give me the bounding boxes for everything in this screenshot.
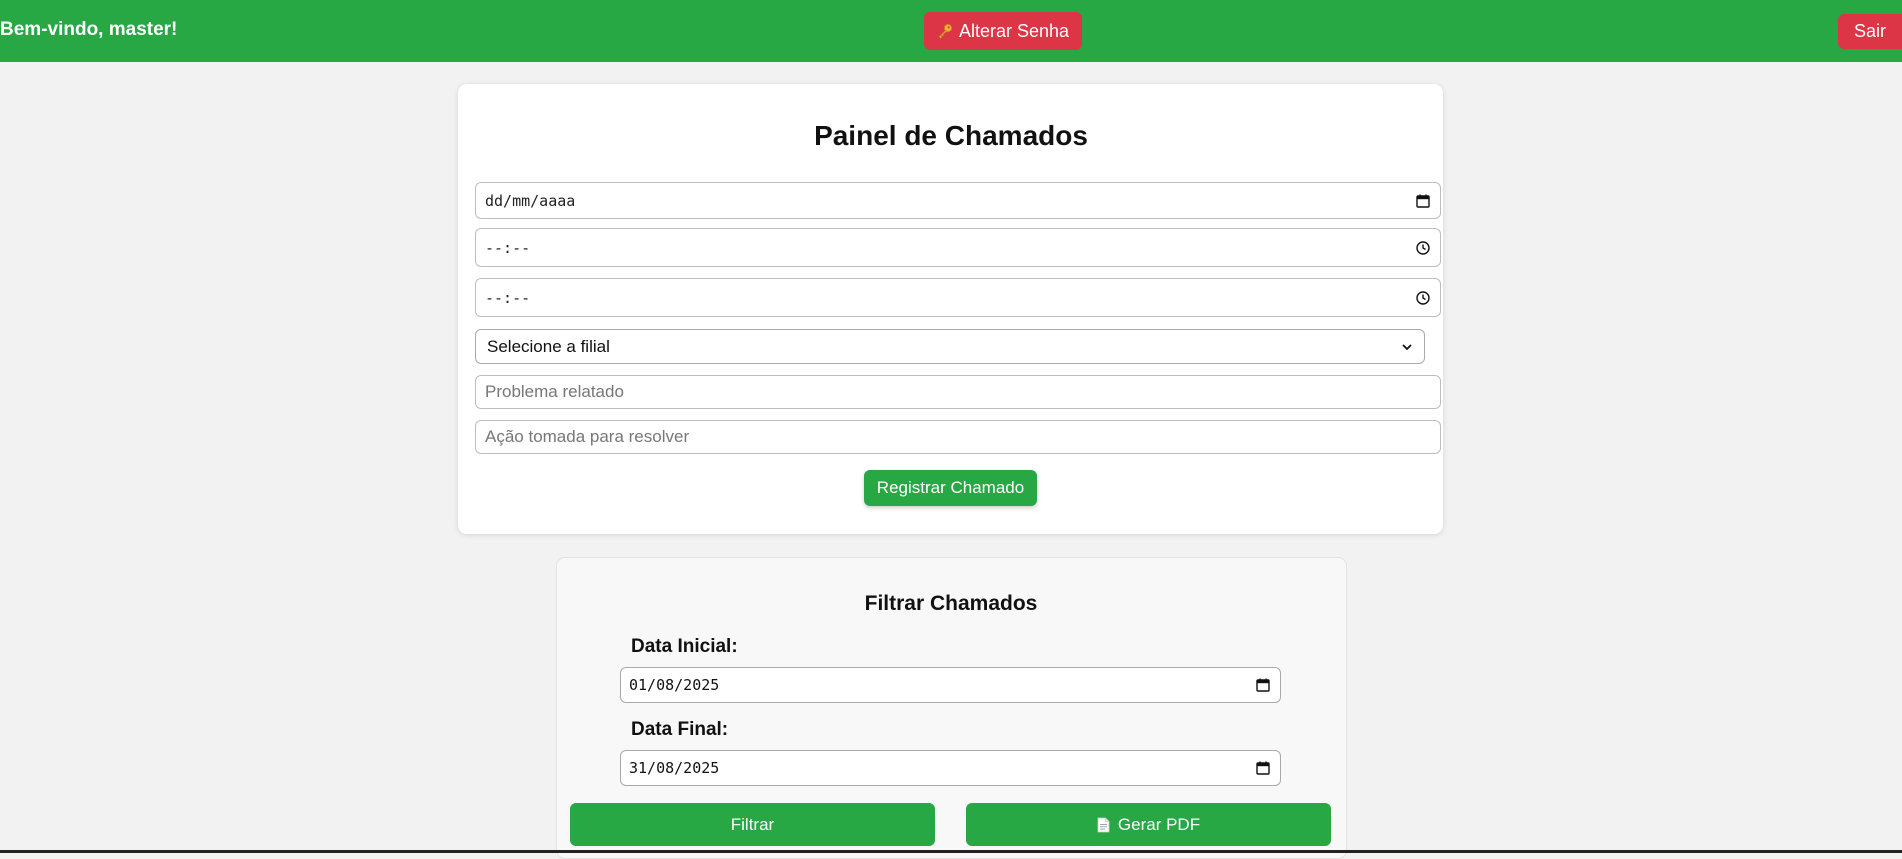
- calendar-icon[interactable]: [1255, 677, 1271, 693]
- generate-pdf-button[interactable]: Gerar PDF: [966, 803, 1331, 846]
- action-input[interactable]: Ação tomada para resolver: [475, 420, 1441, 454]
- calendar-icon[interactable]: [1255, 760, 1271, 776]
- clock-icon[interactable]: [1415, 240, 1431, 256]
- start-date-input[interactable]: 01/08/2025: [620, 667, 1281, 703]
- end-time-input[interactable]: --:--: [475, 278, 1441, 317]
- start-time-placeholder: --:--: [485, 238, 531, 257]
- problem-placeholder: Problema relatado: [485, 382, 624, 401]
- start-date-value: 01/08/2025: [629, 676, 720, 694]
- date-input[interactable]: dd/mm/aaaa: [475, 182, 1441, 219]
- clock-icon[interactable]: [1415, 290, 1431, 306]
- start-date-label: Data Inicial:: [631, 636, 738, 657]
- end-date-value: 31/08/2025: [629, 759, 720, 777]
- start-time-input[interactable]: --:--: [475, 228, 1441, 267]
- key-icon: [938, 24, 952, 39]
- end-time-placeholder: --:--: [485, 288, 531, 307]
- end-date-input[interactable]: 31/08/2025: [620, 750, 1281, 786]
- register-call-button[interactable]: Registrar Chamado: [864, 470, 1037, 506]
- date-placeholder: dd/mm/aaaa: [485, 191, 576, 210]
- filter-button[interactable]: Filtrar: [570, 803, 935, 846]
- end-date-label: Data Final:: [631, 719, 729, 740]
- welcome-message: Bem-vindo, master!: [0, 19, 178, 40]
- branch-select-value: Selecione a filial: [487, 336, 610, 356]
- action-placeholder: Ação tomada para resolver: [485, 427, 690, 446]
- document-icon: [1097, 817, 1110, 832]
- problem-input[interactable]: Problema relatado: [475, 375, 1441, 409]
- branch-select[interactable]: Selecione a filial: [475, 329, 1425, 364]
- generate-pdf-label: Gerar PDF: [1117, 814, 1201, 834]
- change-password-label: Alterar Senha: [958, 20, 1070, 41]
- change-password-button[interactable]: Alterar Senha: [924, 12, 1082, 50]
- calendar-icon[interactable]: [1415, 193, 1431, 209]
- logout-button[interactable]: Sair: [1838, 14, 1902, 49]
- top-bar: Bem-vindo, master! Alterar Senha Sair: [0, 0, 1902, 62]
- filter-title: Filtrar Chamados: [864, 592, 1038, 615]
- page-title: Painel de Chamados: [814, 120, 1088, 151]
- chevron-down-icon: [1402, 343, 1412, 350]
